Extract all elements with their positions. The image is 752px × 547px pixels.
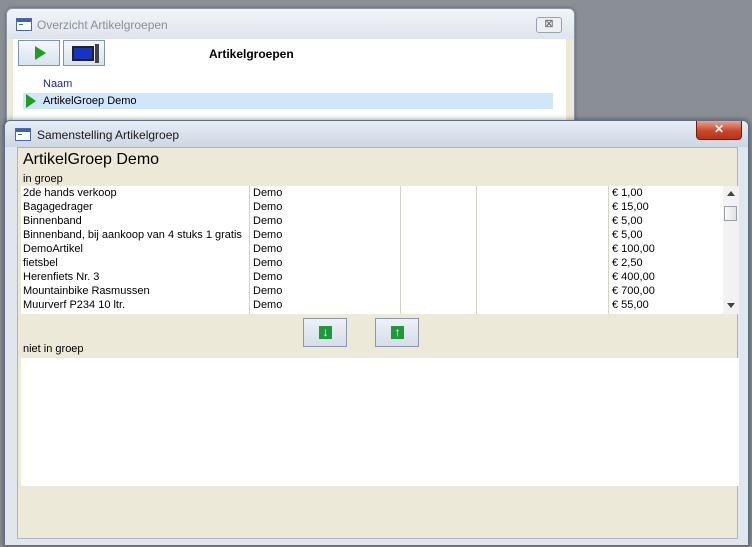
item-price-cell[interactable]: € 700,00 [612, 285, 655, 297]
form-heading: Artikelgroepen [209, 47, 294, 61]
run-button[interactable] [18, 40, 60, 66]
item-name-cell[interactable]: Binnenband [23, 215, 82, 227]
table-row[interactable]: Herenfiets Nr. 3 Demo € 400,00 [21, 270, 723, 284]
in-group-grid[interactable]: 2de hands verkoop Demo € 1,00 Bagagedrag… [21, 186, 723, 314]
item-price-cell[interactable]: € 15,00 [612, 201, 649, 213]
samenstelling-window: Samenstelling Artikelgroep ✕ ArtikelGroe… [4, 120, 749, 546]
item-name-cell[interactable]: fietsbel [23, 257, 58, 269]
item-price-cell[interactable]: € 100,00 [612, 243, 655, 255]
list-item-artikelgroep[interactable]: ArtikelGroep Demo [23, 93, 553, 109]
overzicht-body: Artikelgroepen Naam ArtikelGroep Demo [13, 39, 566, 133]
vertical-scrollbar[interactable] [723, 186, 739, 314]
item-name-cell[interactable]: DemoArtikel [23, 243, 83, 255]
scroll-up-icon[interactable] [727, 191, 735, 196]
table-row[interactable]: Binnenband Demo € 5,00 [21, 214, 723, 228]
play-icon [35, 46, 46, 60]
screen-icon [72, 46, 94, 61]
item-name-cell[interactable]: 2de hands verkoop [23, 187, 117, 199]
scroll-thumb[interactable] [724, 206, 737, 221]
item-group-cell[interactable]: Demo [253, 271, 282, 283]
item-name-cell[interactable]: Binnenband, bij aankoop van 4 stuks 1 gr… [23, 229, 242, 241]
item-price-cell[interactable]: € 5,00 [612, 229, 643, 241]
overzicht-titlebar[interactable]: Overzicht Artikelgroepen ⊠ [7, 9, 574, 39]
group-title: ArtikelGroep Demo [23, 151, 160, 168]
arrow-up-icon: ↑ [391, 326, 404, 339]
table-row[interactable]: Muurverf P234 10 ltr. Demo € 55,00 [21, 298, 723, 312]
group-name: ArtikelGroep Demo [43, 95, 137, 107]
move-up-button[interactable]: ↑ [375, 318, 419, 347]
not-in-group-label: niet in groep [23, 343, 84, 355]
scroll-down-icon[interactable] [727, 303, 735, 308]
column-header-naam[interactable]: Naam [43, 78, 72, 90]
overzicht-window: Overzicht Artikelgroepen ⊠ Artikelgroepe… [6, 8, 575, 134]
item-group-cell[interactable]: Demo [253, 285, 282, 297]
selected-row-arrow-icon [26, 94, 36, 108]
item-price-cell[interactable]: € 55,00 [612, 299, 649, 311]
item-name-cell[interactable]: Mountainbike Rasmussen [23, 285, 150, 297]
item-name-cell[interactable]: Herenfiets Nr. 3 [23, 271, 99, 283]
item-price-cell[interactable]: € 2,50 [612, 257, 643, 269]
item-price-cell[interactable]: € 1,00 [612, 187, 643, 199]
item-name-cell[interactable]: Muurverf P234 10 ltr. [23, 299, 125, 311]
item-group-cell[interactable]: Demo [253, 187, 282, 199]
item-group-cell[interactable]: Demo [253, 243, 282, 255]
in-group-label: in groep [23, 173, 63, 185]
item-price-cell[interactable]: € 400,00 [612, 271, 655, 283]
item-group-cell[interactable]: Demo [253, 201, 282, 213]
samenstelling-title: Samenstelling Artikelgroep [37, 128, 180, 142]
table-row[interactable]: DemoArtikel Demo € 100,00 [21, 242, 723, 256]
overzicht-title: Overzicht Artikelgroepen [37, 18, 168, 32]
close-button[interactable]: ✕ [696, 121, 742, 140]
table-row[interactable]: 2de hands verkoop Demo € 1,00 [21, 186, 723, 200]
item-group-cell[interactable]: Demo [253, 257, 282, 269]
screen-bar-icon [95, 44, 99, 63]
item-group-cell[interactable]: Demo [253, 229, 282, 241]
table-row[interactable]: Binnenband, bij aankoop van 4 stuks 1 gr… [21, 228, 723, 242]
item-group-cell[interactable]: Demo [253, 299, 282, 311]
form-window-icon [15, 128, 31, 141]
item-group-cell[interactable]: Demo [253, 215, 282, 227]
item-price-cell[interactable]: € 5,00 [612, 215, 643, 227]
table-row[interactable]: Mountainbike Rasmussen Demo € 700,00 [21, 284, 723, 298]
design-view-button[interactable] [63, 40, 105, 66]
form-window-icon [16, 18, 32, 31]
item-name-cell[interactable]: Bagagedrager [23, 201, 93, 213]
move-down-button[interactable]: ↓ [303, 318, 347, 347]
not-in-group-grid[interactable] [21, 358, 739, 486]
samenstelling-body: ArtikelGroep Demo in groep 2de hands ver… [17, 147, 739, 539]
table-row[interactable]: fietsbel Demo € 2,50 [21, 256, 723, 270]
arrow-down-icon: ↓ [319, 326, 332, 339]
table-row[interactable]: Bagagedrager Demo € 15,00 [21, 200, 723, 214]
close-icon[interactable]: ⊠ [536, 17, 562, 33]
samenstelling-titlebar[interactable]: Samenstelling Artikelgroep ✕ [5, 121, 748, 147]
